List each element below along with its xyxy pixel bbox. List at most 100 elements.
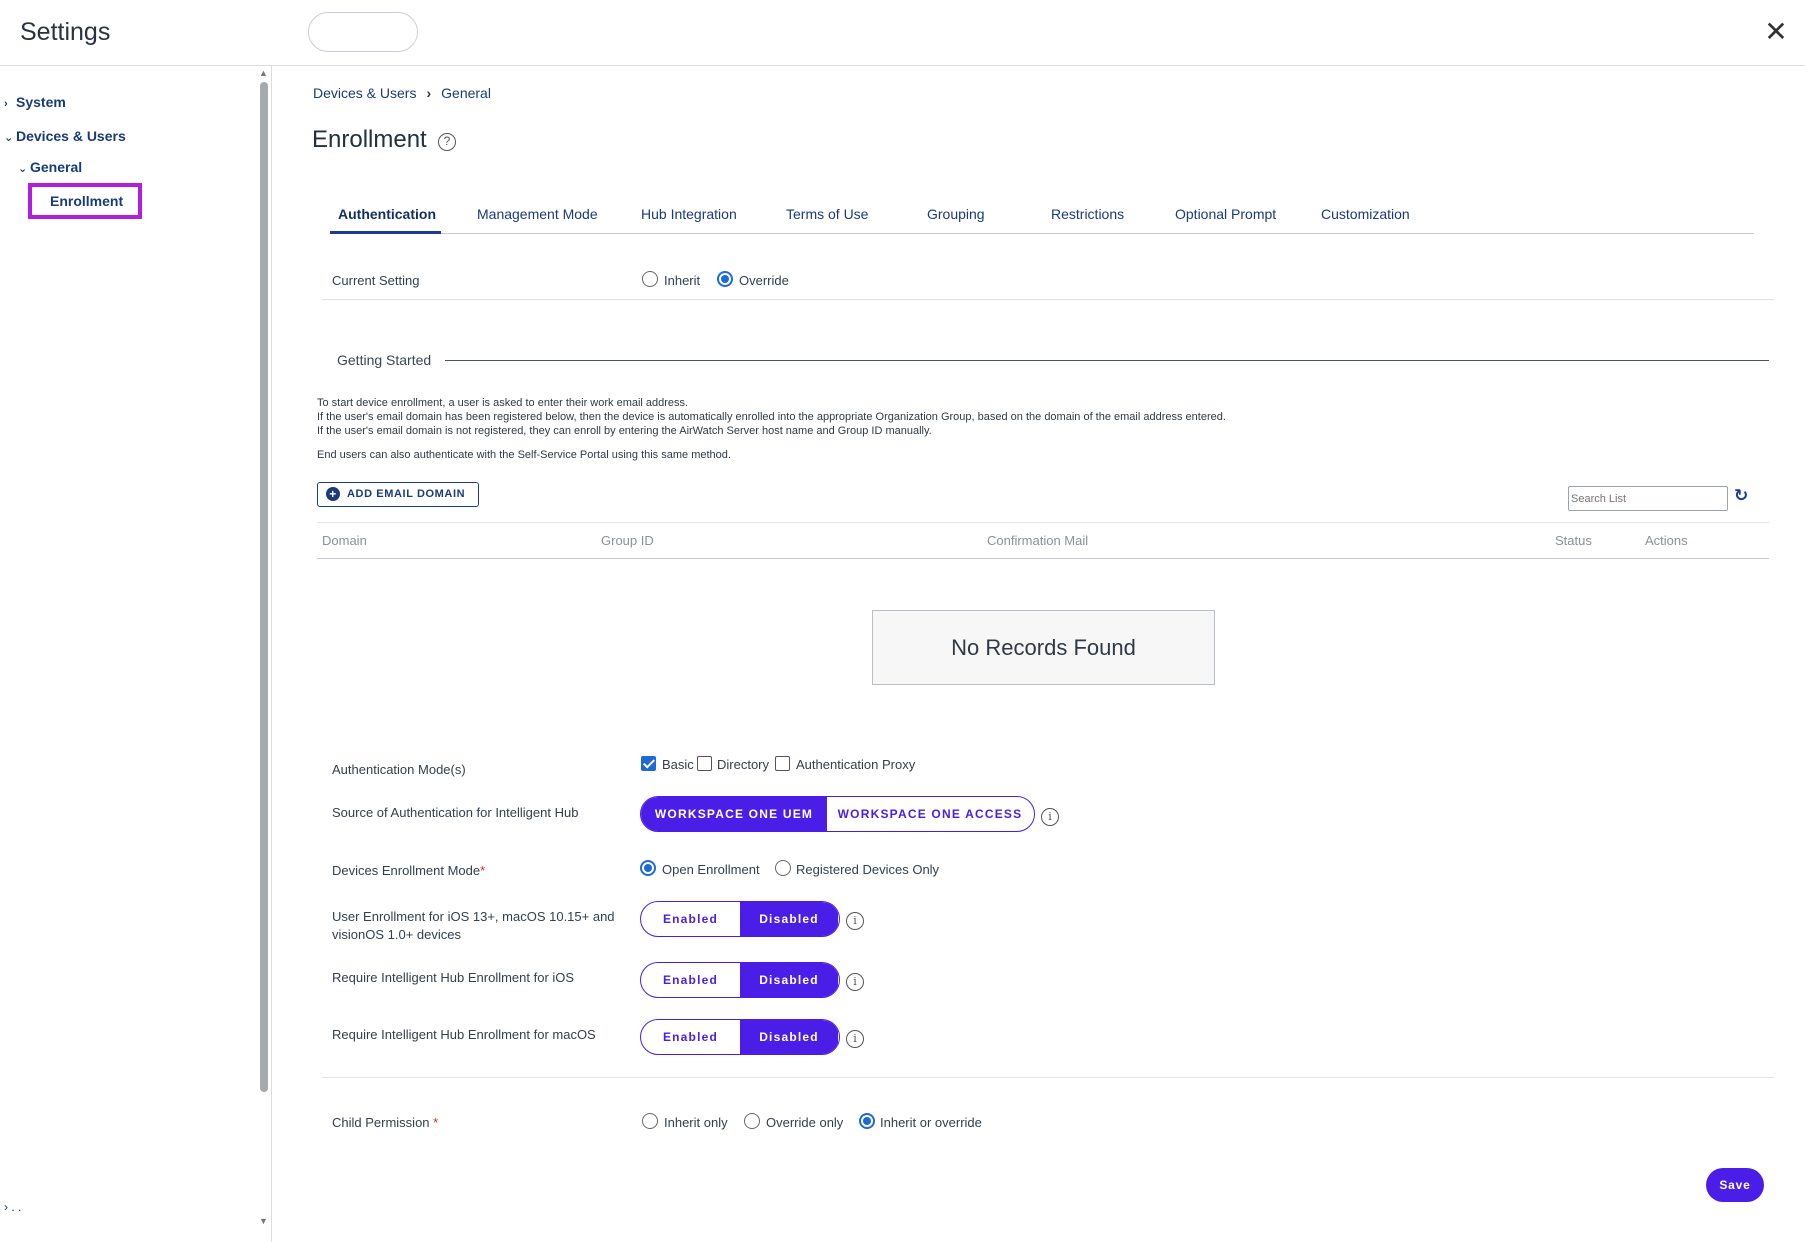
refresh-icon[interactable]: ↻ — [1734, 486, 1748, 506]
sidebar-item-system[interactable]: › System — [4, 94, 66, 110]
info-line-1: To start device enrollment, a user is as… — [317, 397, 689, 409]
breadcrumb: Devices & Users › General — [313, 85, 491, 101]
tab-management-mode[interactable]: Management Mode — [477, 206, 598, 222]
radio-inherit[interactable] — [642, 271, 658, 287]
tab-hub-integration[interactable]: Hub Integration — [641, 206, 737, 222]
hub-macos-enabled[interactable]: Enabled — [641, 1020, 740, 1054]
chevron-down-icon: ⌄ — [18, 163, 28, 175]
scroll-down-icon[interactable]: ▼ — [259, 1216, 268, 1226]
empty-state-box: No Records Found — [872, 610, 1215, 685]
sidebar-item-general[interactable]: ⌄ General — [18, 159, 82, 175]
tab-restrictions[interactable]: Restrictions — [1051, 206, 1124, 222]
column-header-confirmation-mail[interactable]: Confirmation Mail — [987, 533, 1088, 548]
scrollbar-thumb[interactable] — [260, 82, 268, 1092]
info-icon[interactable]: i — [846, 973, 864, 991]
sidebar-item-label: Enrollment — [50, 193, 124, 209]
hub-ios-enabled[interactable]: Enabled — [641, 963, 740, 997]
source-auth-label: Source of Authentication for Intelligent… — [332, 805, 579, 820]
radio-override-only-label: Override only — [766, 1115, 844, 1130]
info-icon[interactable]: i — [846, 1030, 864, 1048]
current-setting-label: Current Setting — [332, 273, 420, 288]
getting-started-title: Getting Started — [337, 352, 432, 368]
checkbox-authentication-proxy-label: Authentication Proxy — [796, 757, 916, 772]
checkbox-directory-label: Directory — [717, 757, 770, 772]
page-title: Enrollment — [312, 126, 427, 153]
hub-macos-toggle: Enabled Disabled — [640, 1019, 840, 1055]
user-enrollment-label-line1: User Enrollment for iOS 13+, macOS 10.15… — [332, 909, 615, 924]
table-header-border — [317, 558, 1769, 559]
page-header-title: Settings — [20, 18, 111, 46]
breadcrumb-link-general[interactable]: General — [441, 85, 491, 101]
user-enrollment-disabled[interactable]: Disabled — [740, 902, 838, 936]
sidebar-scrollbar[interactable]: ▲ ▼ — [258, 66, 270, 1242]
radio-registered-devices-only[interactable] — [775, 860, 791, 876]
radio-inherit-only-label: Inherit only — [664, 1115, 728, 1130]
radio-override-only[interactable] — [744, 1113, 760, 1129]
column-header-group-id[interactable]: Group ID — [601, 533, 654, 548]
header-bar: Settings ✕ — [0, 0, 1805, 66]
source-auth-toggle: WORKSPACE ONE UEM WORKSPACE ONE ACCESS — [640, 796, 1035, 832]
hub-macos-label: Require Intelligent Hub Enrollment for m… — [332, 1027, 596, 1042]
sidebar-item-label: System — [16, 94, 66, 110]
radio-inherit-label: Inherit — [664, 273, 701, 288]
info-line-3: If the user's email domain is not regist… — [317, 425, 932, 437]
source-auth-option-uem[interactable]: WORKSPACE ONE UEM — [641, 797, 827, 831]
source-auth-option-access[interactable]: WORKSPACE ONE ACCESS — [827, 797, 1033, 831]
empty-state-text: No Records Found — [951, 635, 1136, 660]
help-icon[interactable]: ? — [438, 133, 456, 151]
hub-ios-disabled[interactable]: Disabled — [740, 963, 838, 997]
header-pill-control[interactable] — [308, 12, 418, 52]
hub-macos-disabled[interactable]: Disabled — [740, 1020, 838, 1054]
sidebar-item-devices-users[interactable]: ⌄ Devices & Users — [4, 128, 126, 144]
table-top-border — [317, 522, 1769, 523]
divider — [322, 299, 1774, 300]
enrollment-mode-label: Devices Enrollment Mode* — [332, 863, 486, 878]
radio-inherit-only[interactable] — [642, 1113, 658, 1129]
info-line-4: End users can also authenticate with the… — [317, 449, 731, 461]
radio-open-enrollment-label: Open Enrollment — [662, 862, 760, 877]
hub-ios-toggle: Enabled Disabled — [640, 962, 840, 998]
close-icon[interactable]: ✕ — [1762, 18, 1790, 46]
plus-circle-icon: + — [326, 487, 340, 501]
chevron-down-icon: ⌄ — [4, 132, 14, 144]
radio-open-enrollment[interactable] — [640, 860, 656, 876]
column-header-status[interactable]: Status — [1555, 533, 1592, 548]
sidebar-collapsed-item[interactable]: › . . — [4, 1200, 21, 1214]
column-header-actions[interactable]: Actions — [1645, 533, 1688, 548]
checkbox-authentication-proxy[interactable] — [775, 756, 790, 771]
radio-override-label: Override — [739, 273, 789, 288]
tab-customization[interactable]: Customization — [1321, 206, 1410, 222]
radio-override[interactable] — [717, 271, 733, 287]
add-email-domain-button[interactable]: + ADD EMAIL DOMAIN — [317, 482, 479, 507]
tab-authentication[interactable]: Authentication — [338, 206, 436, 222]
breadcrumb-link-devices-users[interactable]: Devices & Users — [313, 85, 416, 101]
section-divider — [445, 360, 1769, 361]
divider — [322, 1077, 1774, 1078]
checkbox-basic[interactable] — [641, 756, 656, 771]
auth-modes-label: Authentication Mode(s) — [332, 762, 466, 777]
sidebar: › System ⌄ Devices & Users ⌄ General Enroll… — [0, 66, 272, 1242]
radio-inherit-or-override-label: Inherit or override — [880, 1115, 982, 1130]
info-icon[interactable]: i — [1041, 808, 1059, 826]
info-line-2: If the user's email domain has been regi… — [317, 411, 1226, 423]
user-enrollment-enabled[interactable]: Enabled — [641, 902, 740, 936]
scroll-up-icon[interactable]: ▲ — [259, 68, 268, 78]
search-list-input[interactable] — [1568, 486, 1728, 511]
radio-inherit-or-override[interactable] — [859, 1113, 875, 1129]
sidebar-item-label: General — [30, 159, 83, 175]
user-enrollment-label-line2: visionOS 1.0+ devices — [332, 927, 461, 942]
checkbox-directory[interactable] — [697, 756, 712, 771]
save-button[interactable]: Save — [1706, 1168, 1764, 1202]
tab-terms-of-use[interactable]: Terms of Use — [786, 206, 868, 222]
chevron-right-icon: › — [4, 98, 8, 110]
sidebar-item-label: Devices & Users — [16, 128, 126, 144]
info-icon[interactable]: i — [846, 912, 864, 930]
tab-optional-prompt[interactable]: Optional Prompt — [1175, 206, 1276, 222]
tab-grouping[interactable]: Grouping — [927, 206, 985, 222]
child-permission-label: Child Permission * — [332, 1115, 439, 1130]
checkbox-basic-label: Basic — [662, 757, 694, 772]
chevron-right-icon: › — [426, 85, 432, 101]
column-header-domain[interactable]: Domain — [322, 533, 367, 548]
tab-bar: Authentication Management Mode Hub Integ… — [330, 200, 1754, 234]
sidebar-item-enrollment[interactable]: Enrollment — [28, 183, 142, 219]
